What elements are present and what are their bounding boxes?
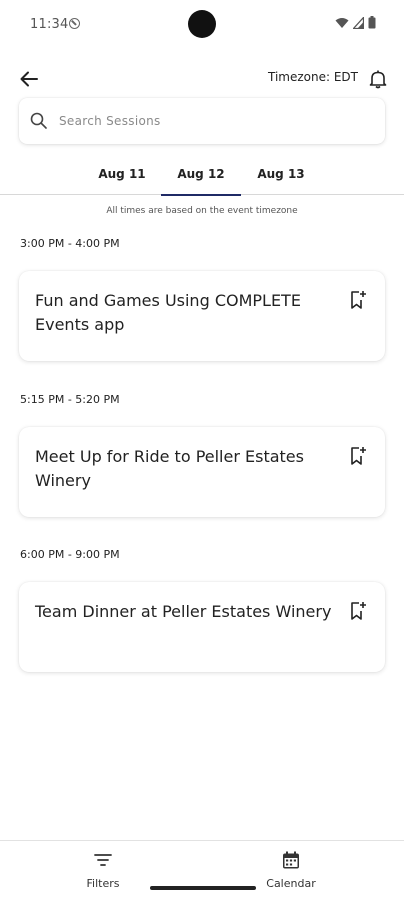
- wifi-icon: [335, 17, 349, 28]
- session-time: 5:15 PM - 5:20 PM: [20, 393, 120, 406]
- filter-lines-icon: [92, 849, 114, 871]
- add-to-agenda-button[interactable]: [347, 600, 369, 622]
- back-button[interactable]: [14, 64, 44, 94]
- home-indicator[interactable]: [150, 886, 256, 890]
- search-input[interactable]: [59, 114, 359, 128]
- nav-calendar[interactable]: Calendar: [246, 849, 336, 895]
- session-title: Team Dinner at Peller Estates Winery: [35, 602, 332, 621]
- timezone-selector[interactable]: Timezone: EDT: [268, 70, 358, 84]
- tab-aug-13[interactable]: Aug 13: [241, 152, 321, 195]
- search-box[interactable]: [19, 98, 385, 144]
- nav-filters[interactable]: Filters: [58, 849, 148, 895]
- date-tabs: Aug 11 Aug 12 Aug 13: [0, 152, 404, 196]
- nav-filters-label: Filters: [86, 877, 120, 890]
- session-card[interactable]: Fun and Games Using COMPLETE Events app: [19, 271, 385, 361]
- session-time: 3:00 PM - 4:00 PM: [20, 237, 120, 250]
- battery-icon: [368, 16, 376, 29]
- top-bar: Timezone: EDT: [0, 60, 404, 96]
- search-icon: [30, 112, 47, 129]
- calendar-icon: [280, 849, 302, 871]
- status-icons: [335, 16, 376, 29]
- add-to-agenda-button[interactable]: [347, 445, 369, 467]
- bell-icon: [369, 70, 387, 89]
- session-card[interactable]: Team Dinner at Peller Estates Winery: [19, 582, 385, 672]
- session-card[interactable]: Meet Up for Ride to Peller Estates Winer…: [19, 427, 385, 517]
- do-not-disturb-icon: [69, 18, 80, 29]
- bottom-nav: Filters Calendar: [0, 840, 404, 900]
- bookmark-add-icon: [351, 291, 366, 309]
- timezone-note: All times are based on the event timezon…: [106, 206, 298, 216]
- add-to-agenda-button[interactable]: [347, 289, 369, 311]
- tab-aug-12[interactable]: Aug 12: [161, 152, 241, 196]
- bookmark-add-icon: [351, 602, 366, 620]
- session-title: Fun and Games Using COMPLETE Events app: [35, 291, 301, 334]
- session-title: Meet Up for Ride to Peller Estates Winer…: [35, 447, 304, 490]
- arrow-left-icon: [20, 71, 38, 87]
- signal-icon: [353, 16, 364, 29]
- status-bar: 11:34: [0, 0, 404, 50]
- bookmark-add-icon: [351, 447, 366, 465]
- status-time: 11:34: [30, 17, 69, 32]
- session-time: 6:00 PM - 9:00 PM: [20, 548, 120, 561]
- notifications-button[interactable]: [364, 64, 392, 94]
- nav-calendar-label: Calendar: [266, 877, 316, 890]
- tab-aug-11[interactable]: Aug 11: [82, 152, 162, 195]
- camera-cutout: [188, 10, 216, 38]
